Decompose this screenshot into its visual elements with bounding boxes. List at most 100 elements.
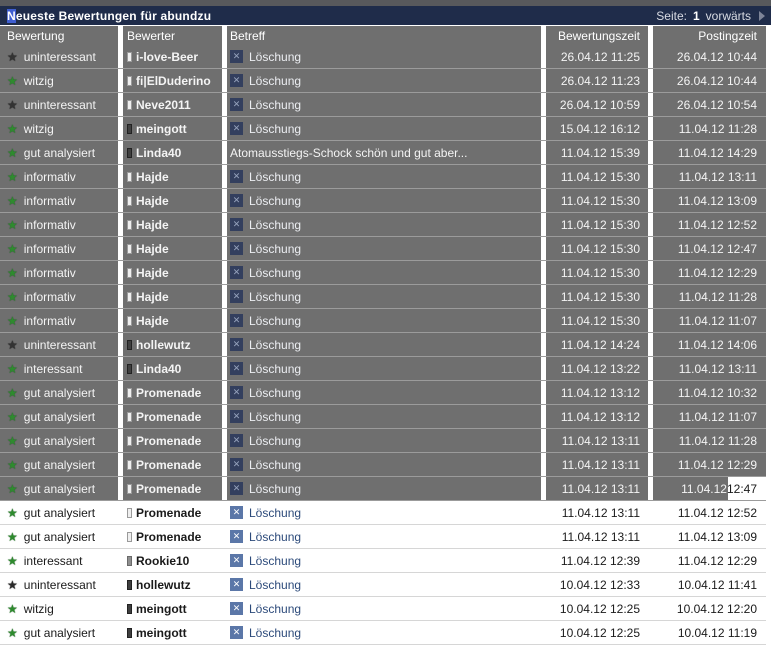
rating-cell: ★ witzig [0,597,118,620]
rater-name-link[interactable]: Promenade [136,410,201,424]
delete-x-icon[interactable]: ✕ [230,458,243,471]
delete-x-icon[interactable]: ✕ [230,482,243,495]
delete-rating-link[interactable]: Löschung [249,362,301,376]
delete-rating-link[interactable]: Löschung [249,194,301,208]
forward-link[interactable]: vorwärts [706,9,751,23]
delete-x-icon[interactable]: ✕ [230,218,243,231]
delete-x-icon[interactable]: ✕ [230,578,243,591]
user-status-icon [127,627,132,638]
delete-rating-link[interactable]: Löschung [249,338,301,352]
rater-name-link[interactable]: meingott [136,122,187,136]
delete-rating-link[interactable]: Löschung [249,482,301,496]
delete-rating-link[interactable]: Löschung [249,386,301,400]
column-header-betreff[interactable]: Betreff [227,26,541,45]
rater-name-link[interactable]: Hajde [136,266,169,280]
user-status-icon [127,339,132,350]
table-row: ★ uninteressant i-love-Beer ✕ Löschung 26… [0,45,766,69]
rater-name-link[interactable]: Hajde [136,242,169,256]
subject-link[interactable]: Atomausstiegs-Schock schön und gut aber.… [230,146,467,160]
rating-label: informativ [23,169,76,184]
rater-name-link[interactable]: Promenade [136,506,201,520]
rater-name-link[interactable]: fi|ElDuderino [136,74,211,88]
delete-rating-link[interactable]: Löschung [249,170,301,184]
delete-rating-link[interactable]: Löschung [249,554,301,568]
delete-rating-link[interactable]: Löschung [249,218,301,232]
posting-time-unselected-part: 12:47 [726,481,757,496]
rater-name-link[interactable]: Promenade [136,482,201,496]
delete-x-icon[interactable]: ✕ [230,314,243,327]
subject-cell: ✕ Löschung [227,261,541,284]
delete-x-icon[interactable]: ✕ [230,74,243,87]
rater-name-link[interactable]: Hajde [136,194,169,208]
delete-rating-link[interactable]: Löschung [249,122,301,136]
delete-x-icon[interactable]: ✕ [230,506,243,519]
delete-x-icon[interactable]: ✕ [230,122,243,135]
delete-x-icon[interactable]: ✕ [230,266,243,279]
delete-x-icon[interactable]: ✕ [230,386,243,399]
delete-x-icon[interactable]: ✕ [230,626,243,639]
column-header-postingzeit[interactable]: Postingzeit [653,26,766,45]
delete-x-icon[interactable]: ✕ [230,554,243,567]
delete-rating-link[interactable]: Löschung [249,458,301,472]
delete-x-icon[interactable]: ✕ [230,242,243,255]
delete-rating-link[interactable]: Löschung [249,434,301,448]
rater-name-link[interactable]: Linda40 [136,146,181,160]
subject-cell: ✕ Löschung [227,501,541,524]
delete-x-icon[interactable]: ✕ [230,530,243,543]
delete-x-icon[interactable]: ✕ [230,170,243,183]
rater-name-link[interactable]: Hajde [136,170,169,184]
rater-name-link[interactable]: meingott [136,602,187,616]
rater-name-link[interactable]: hollewutz [136,338,191,352]
delete-rating-link[interactable]: Löschung [249,98,301,112]
rater-name-link[interactable]: Linda40 [136,362,181,376]
delete-x-icon[interactable]: ✕ [230,50,243,63]
rater-name-link[interactable]: Hajde [136,290,169,304]
user-status-icon [127,363,132,374]
delete-x-icon[interactable]: ✕ [230,410,243,423]
rater-name-link[interactable]: hollewutz [136,578,191,592]
delete-rating-link[interactable]: Löschung [249,626,301,640]
table-row: ★ uninteressant Neve2011 ✕ Löschung 26.04… [0,93,766,117]
rater-name-link[interactable]: i-love-Beer [136,50,198,64]
delete-x-icon[interactable]: ✕ [230,338,243,351]
rater-name-link[interactable]: Neve2011 [136,98,191,112]
column-header-bewertungszeit[interactable]: Bewertungszeit [546,26,648,45]
delete-x-icon[interactable]: ✕ [230,434,243,447]
rater-name-link[interactable]: Promenade [136,434,201,448]
rater-name-link[interactable]: Hajde [136,314,169,328]
table-row: ★ gut analysiert Promenade ✕ Löschung 11.… [0,453,766,477]
delete-rating-link[interactable]: Löschung [249,578,301,592]
delete-x-icon[interactable]: ✕ [230,362,243,375]
delete-x-icon[interactable]: ✕ [230,194,243,207]
delete-rating-link[interactable]: Löschung [249,50,301,64]
rater-name-link[interactable]: Rookie10 [136,554,189,568]
rating-label: uninteressant [23,337,96,352]
rater-name-link[interactable]: Promenade [136,530,201,544]
delete-rating-link[interactable]: Löschung [249,74,301,88]
delete-rating-link[interactable]: Löschung [249,602,301,616]
forward-arrow-icon[interactable] [759,10,765,21]
delete-rating-link[interactable]: Löschung [249,410,301,424]
rating-label: informativ [23,313,76,328]
column-header-bewerter[interactable]: Bewerter [123,26,222,45]
delete-rating-link[interactable]: Löschung [249,242,301,256]
delete-rating-link[interactable]: Löschung [249,266,301,280]
user-status-icon [127,531,132,542]
rating-time-cell: 11.04.12 13:12 [546,381,648,404]
rating-time-cell: 11.04.12 14:24 [546,333,648,356]
delete-rating-link[interactable]: Löschung [249,530,301,544]
delete-rating-link[interactable]: Löschung [249,290,301,304]
user-status-icon [127,291,132,302]
delete-x-icon[interactable]: ✕ [230,290,243,303]
delete-x-icon[interactable]: ✕ [230,98,243,111]
rater-name-link[interactable]: Hajde [136,218,169,232]
delete-rating-link[interactable]: Löschung [249,314,301,328]
column-header-bewertung[interactable]: Bewertung [0,26,118,45]
rater-name-link[interactable]: Promenade [136,458,201,472]
delete-x-icon[interactable]: ✕ [230,602,243,615]
subject-cell: ✕ Löschung [227,333,541,356]
delete-rating-link[interactable]: Löschung [249,506,301,520]
rating-time-cell: 11.04.12 13:11 [546,429,648,452]
rater-name-link[interactable]: Promenade [136,386,201,400]
rater-name-link[interactable]: meingott [136,626,187,640]
